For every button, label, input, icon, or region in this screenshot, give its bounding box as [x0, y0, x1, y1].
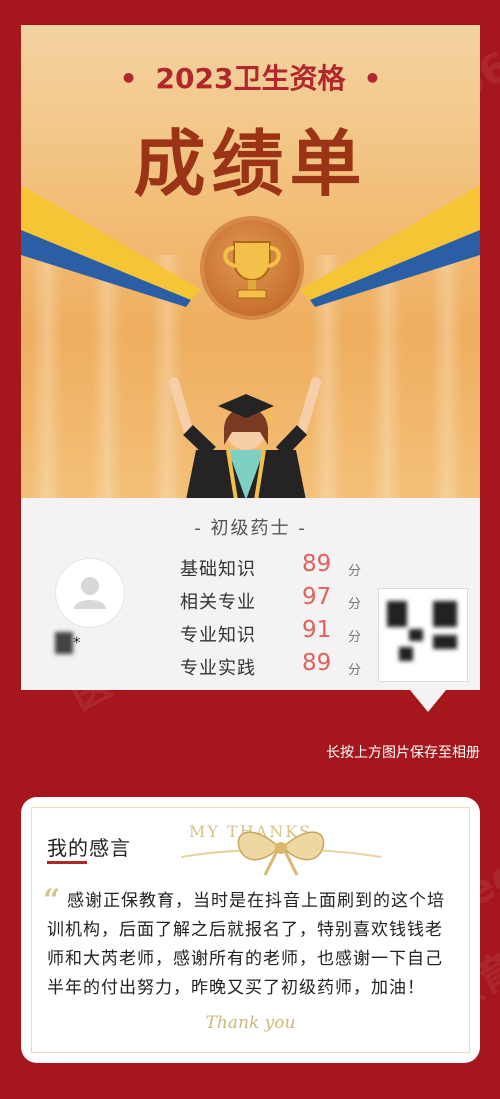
score-row: 相关专业 97 分 [180, 584, 380, 618]
year-title-text: 2023卫生资格 [155, 62, 346, 95]
qr-block [409, 629, 423, 641]
name-suffix: * [73, 633, 81, 652]
subject-score: 97 [302, 584, 332, 610]
testimonial-card: 我的感言 MY THANKS “ 感谢正保教育，当时是在抖音上面刷到的这个培训机… [21, 797, 480, 1063]
title-underline [47, 861, 87, 864]
score-poster: • 2023卫生资格 • 成绩单 [21, 25, 480, 498]
subject-score: 89 [302, 551, 332, 577]
subject-name: 相关专业 [180, 592, 256, 613]
subject-name: 基础知识 [180, 559, 256, 580]
poster-year-title: • 2023卫生资格 • [21, 57, 480, 97]
card-title: 我的感言 [47, 836, 131, 860]
score-row: 基础知识 89 分 [180, 551, 380, 585]
avatar [55, 558, 125, 628]
score-row: 专业知识 91 分 [180, 617, 380, 651]
thank-you-text: Thank you [205, 1013, 296, 1033]
trophy-badge [204, 220, 300, 316]
exam-category: - 初级药士 - [194, 518, 307, 539]
student-name: * [55, 632, 105, 656]
score-unit: 分 [348, 630, 362, 645]
bow-icon [181, 831, 381, 876]
graduate-illustration [169, 377, 321, 498]
user-icon [74, 577, 106, 609]
panel-pointer [410, 690, 446, 712]
score-row: 专业实践 89 分 [180, 650, 380, 684]
qr-block [399, 647, 413, 661]
qr-code[interactable] [378, 588, 468, 682]
qr-block [387, 601, 407, 627]
testimonial-text: 感谢正保教育，当时是在抖音上面刷到的这个培训机构，后面了解之后就报名了，特别喜欢… [47, 891, 445, 998]
decor-dot: • [119, 62, 138, 95]
trophy-icon [223, 241, 281, 299]
save-hint: 长按上方图片保存至相册 [326, 745, 480, 761]
subject-score: 89 [302, 650, 332, 676]
subject-name: 专业知识 [180, 625, 256, 646]
subject-score: 91 [302, 617, 332, 643]
qr-block [433, 601, 457, 627]
score-unit: 分 [348, 597, 362, 612]
subject-name: 专业实践 [180, 658, 256, 679]
score-unit: 分 [348, 564, 362, 579]
poster-main-title: 成绩单 [133, 122, 368, 206]
decor-dot: • [363, 62, 382, 95]
score-unit: 分 [348, 663, 362, 678]
name-mask [55, 632, 73, 654]
qr-block [433, 635, 457, 649]
